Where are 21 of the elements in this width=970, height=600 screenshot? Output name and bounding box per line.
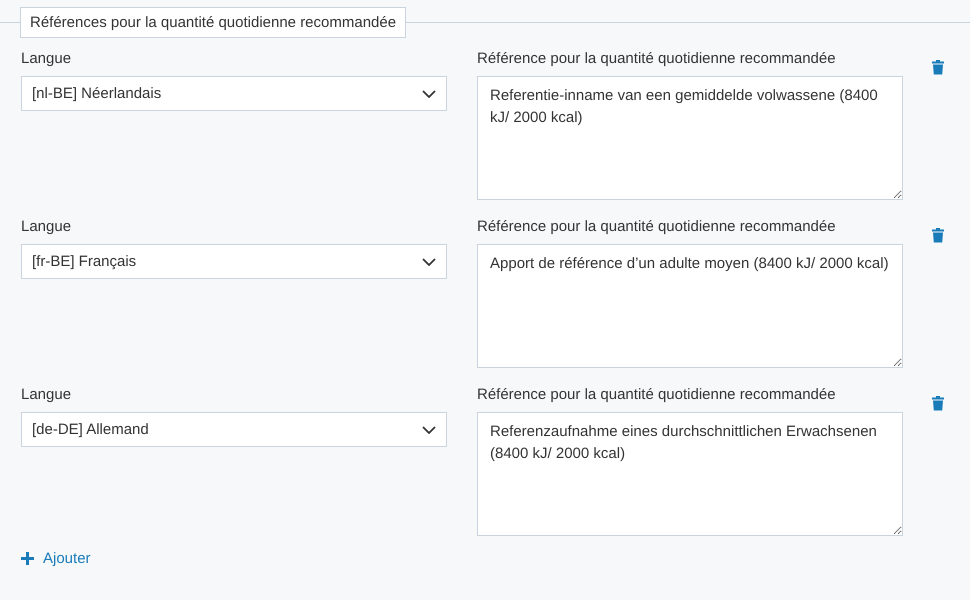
field-label: Langue <box>21 386 72 404</box>
language-select[interactable]: [fr-BE] Français <box>21 244 447 279</box>
trash-icon[interactable] <box>932 228 944 243</box>
language-select[interactable]: [de-DE] Allemand <box>21 412 447 447</box>
trash-icon[interactable] <box>932 396 944 411</box>
section-legend: Références pour la quantité quotidienne recommandée <box>20 7 406 38</box>
field-label: Référence pour la quantité quotidienne recommandée <box>477 218 837 236</box>
field-label: Référence pour la quantité quotidienne recommandée <box>477 386 837 404</box>
text-area[interactable]: Apport de référence d’un adulte moyen (8400 kJ/ 2000 kcal) <box>477 244 903 368</box>
add-button[interactable]: Ajouter <box>21 550 91 567</box>
field-label: Référence pour la quantité quotidienne recommandée <box>477 50 837 68</box>
caret-icon <box>422 90 436 98</box>
field-label: Langue <box>21 218 72 236</box>
language-select[interactable]: [nl-BE] Néerlandais <box>21 76 447 111</box>
text-area[interactable]: Referenzaufnahme eines durchschnittlichen Erwachsenen (8400 kJ/ 2000 kcal) <box>477 412 903 536</box>
caret-icon <box>422 258 436 266</box>
field-label: Langue <box>21 50 72 68</box>
text-area[interactable]: Referentie-inname van een gemiddelde volwassene (8400 kJ/ 2000 kcal) <box>477 76 903 200</box>
plus-icon <box>21 552 34 565</box>
trash-icon[interactable] <box>932 60 944 75</box>
caret-icon <box>422 426 436 434</box>
